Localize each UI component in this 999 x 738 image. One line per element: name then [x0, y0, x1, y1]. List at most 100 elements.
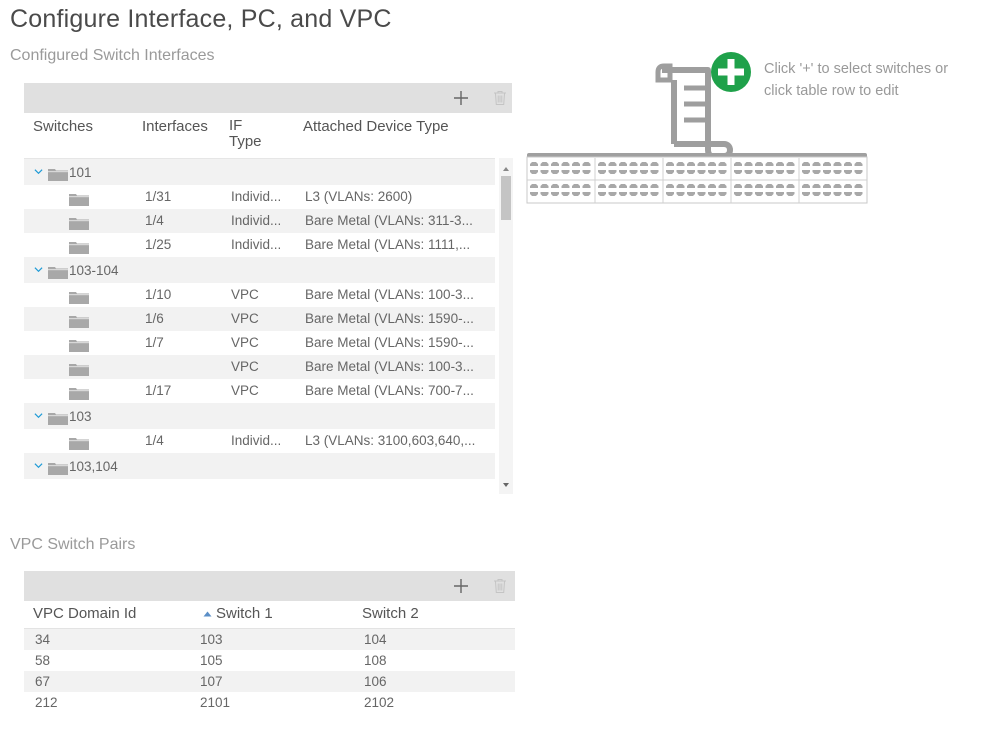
switch-1-cell: 103: [200, 632, 223, 647]
folder-icon: [69, 438, 89, 450]
plus-icon: [454, 579, 468, 593]
device-type-cell: Bare Metal (VLANs: 311-3...: [305, 213, 473, 228]
vpc-pair-row[interactable]: 34 103 104: [24, 629, 515, 650]
if-type-label-line2: Type: [229, 133, 262, 150]
column-header-switch-2[interactable]: Switch 2: [362, 605, 419, 622]
device-type-cell: L3 (VLANs: 2600): [305, 189, 413, 204]
switch-group-row[interactable]: 103,104: [24, 453, 495, 479]
chevron-down-icon[interactable]: [34, 461, 43, 470]
folder-icon: [69, 340, 89, 352]
column-header-vpc-domain-id[interactable]: VPC Domain Id: [33, 605, 136, 622]
switch-group-row[interactable]: 103: [24, 403, 495, 429]
folder-icon: [48, 267, 68, 279]
vpc-pair-row[interactable]: 58 105 108: [24, 650, 515, 671]
add-circle-icon: [711, 52, 751, 92]
device-type-cell: L3 (VLANs: 3100,603,640,...: [305, 433, 476, 448]
folder-icon: [48, 463, 68, 475]
interface-cell: 1/4: [145, 433, 164, 448]
switch-2-cell: 108: [364, 653, 387, 668]
vpc-toolbar: [24, 571, 515, 601]
vpc-domain-id-cell: 212: [35, 695, 58, 710]
interface-cell: 1/25: [145, 237, 172, 252]
switch-group-name: 103,104: [69, 459, 118, 474]
column-header-switch-1[interactable]: Switch 1: [203, 605, 273, 622]
interfaces-section-title: Configured Switch Interfaces: [10, 47, 215, 64]
device-type-cell: Bare Metal (VLANs: 1590-...: [305, 311, 474, 326]
switch-group-name: 103-104: [69, 263, 119, 278]
switch-group-row[interactable]: 103-104: [24, 257, 495, 283]
delete-vpc-pair-button[interactable]: [489, 575, 511, 597]
switch-1-cell: 2101: [200, 695, 231, 710]
device-type-cell: Bare Metal (VLANs: 100-3...: [305, 359, 474, 374]
interface-row[interactable]: 1/4 Individ... Bare Metal (VLANs: 311-3...: [24, 209, 495, 233]
device-type-cell: Bare Metal (VLANs: 1590-...: [305, 335, 474, 350]
device-type-cell: Bare Metal (VLANs: 100-3...: [305, 287, 474, 302]
scroll-down-icon[interactable]: [502, 482, 510, 488]
interface-row[interactable]: 1/6 VPC Bare Metal (VLANs: 1590-...: [24, 307, 495, 331]
delete-interface-button[interactable]: [489, 87, 511, 109]
column-header-switches[interactable]: Switches: [33, 118, 93, 135]
folder-icon: [69, 194, 89, 206]
folder-icon: [69, 292, 89, 304]
column-header-interfaces[interactable]: Interfaces: [142, 118, 208, 135]
vpc-pair-row[interactable]: 212 2101 2102: [24, 692, 515, 713]
interface-row[interactable]: 1/10 VPC Bare Metal (VLANs: 100-3...: [24, 283, 495, 307]
switch-2-cell: 104: [364, 632, 387, 647]
plus-icon: [454, 91, 468, 105]
folder-icon: [48, 413, 68, 425]
if-type-cell: Individ...: [231, 433, 282, 448]
add-vpc-pair-button[interactable]: [450, 575, 472, 597]
switch-group-row[interactable]: 101: [24, 159, 495, 185]
switch-2-cell: 106: [364, 674, 387, 689]
interfaces-scrollbar[interactable]: [499, 158, 513, 494]
scrollbar-thumb[interactable]: [501, 176, 511, 220]
interface-row[interactable]: 1/17 VPC Bare Metal (VLANs: 700-7...: [24, 379, 495, 403]
vpc-domain-id-cell: 67: [35, 674, 51, 689]
interface-cell: 1/10: [145, 287, 172, 302]
hint-line-2: click table row to edit: [764, 83, 899, 99]
interfaces-table-body: 101 1/31 Individ... L3 (VLANs: 2600) 1/4 Indi…: [24, 158, 495, 494]
interface-row[interactable]: 1/31 Individ... L3 (VLANs: 2600): [24, 185, 495, 209]
scroll-up-icon[interactable]: [502, 166, 510, 172]
if-type-cell: VPC: [231, 383, 259, 398]
column-header-if-type[interactable]: IF Type: [229, 118, 262, 150]
interface-row[interactable]: 1/7 VPC Bare Metal (VLANs: 1590-...: [24, 331, 495, 355]
chevron-down-icon[interactable]: [34, 167, 43, 176]
sort-ascending-icon: [203, 611, 212, 617]
interface-cell: 1/6: [145, 311, 164, 326]
vpc-domain-id-cell: 58: [35, 653, 51, 668]
interface-row[interactable]: VPC Bare Metal (VLANs: 100-3...: [24, 355, 495, 379]
column-header-attached-device-type[interactable]: Attached Device Type: [303, 118, 449, 135]
hint-line-1: Click '+' to select switches or: [764, 61, 949, 77]
interface-cell: 1/4: [145, 213, 164, 228]
trash-icon: [494, 91, 506, 105]
interface-row[interactable]: 1/4 Individ... L3 (VLANs: 3100,603,640,...: [24, 429, 495, 453]
trash-icon: [494, 579, 506, 593]
folder-icon: [48, 169, 68, 181]
add-interface-button[interactable]: [450, 87, 472, 109]
vpc-domain-id-cell: 34: [35, 632, 51, 647]
page-title: Configure Interface, PC, and VPC: [10, 5, 392, 33]
folder-icon: [69, 388, 89, 400]
if-type-cell: VPC: [231, 287, 259, 302]
chevron-down-icon[interactable]: [34, 265, 43, 274]
if-type-cell: Individ...: [231, 213, 282, 228]
switch-1-label: Switch 1: [216, 605, 273, 622]
if-type-cell: Individ...: [231, 237, 282, 252]
if-type-cell: VPC: [231, 311, 259, 326]
interface-cell: 1/7: [145, 335, 164, 350]
switch-1-cell: 105: [200, 653, 223, 668]
interface-cell: 1/31: [145, 189, 172, 204]
folder-icon: [69, 218, 89, 230]
vpc-pair-row[interactable]: 67 107 106: [24, 671, 515, 692]
folder-icon: [69, 242, 89, 254]
switch-group-name: 103: [69, 409, 92, 424]
network-switch-icon: [526, 153, 868, 204]
interface-row[interactable]: 1/25 Individ... Bare Metal (VLANs: 1111,..…: [24, 233, 495, 257]
interfaces-toolbar: [24, 83, 512, 113]
if-type-label-line1: IF: [229, 117, 243, 134]
switch-1-cell: 107: [200, 674, 223, 689]
empty-state-hint: Click '+' to select switches or click ta…: [764, 58, 994, 102]
chevron-down-icon[interactable]: [34, 411, 43, 420]
folder-icon: [69, 316, 89, 328]
